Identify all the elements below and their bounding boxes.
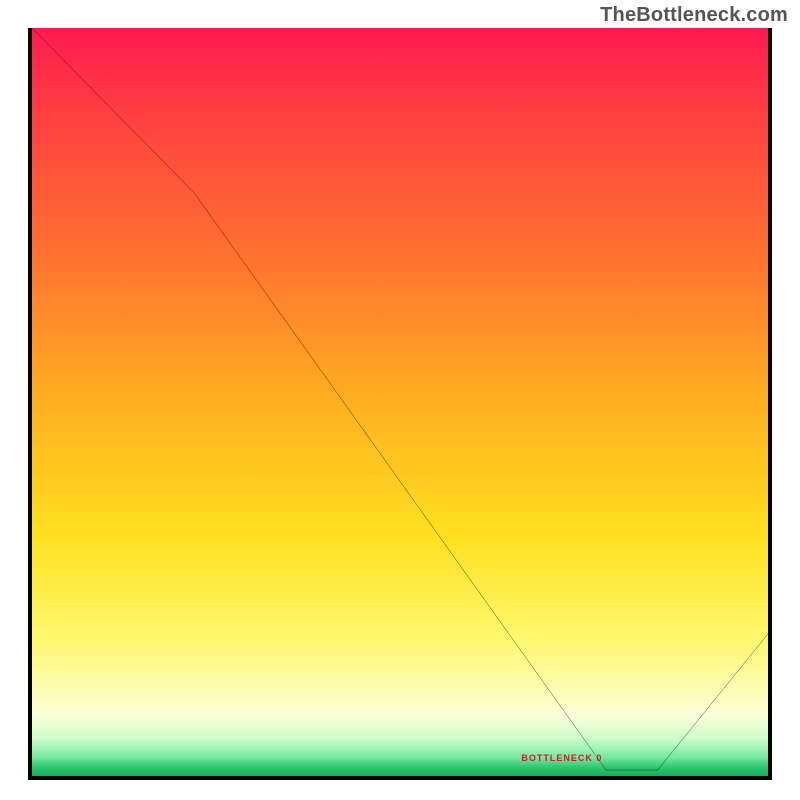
bottleneck-curve bbox=[32, 28, 768, 776]
chart-container: TheBottleneck.com BOTTLENECK 0 bbox=[0, 0, 800, 800]
bottleneck-chart: BOTTLENECK 0 bbox=[28, 28, 772, 780]
attribution-label: TheBottleneck.com bbox=[600, 4, 788, 27]
